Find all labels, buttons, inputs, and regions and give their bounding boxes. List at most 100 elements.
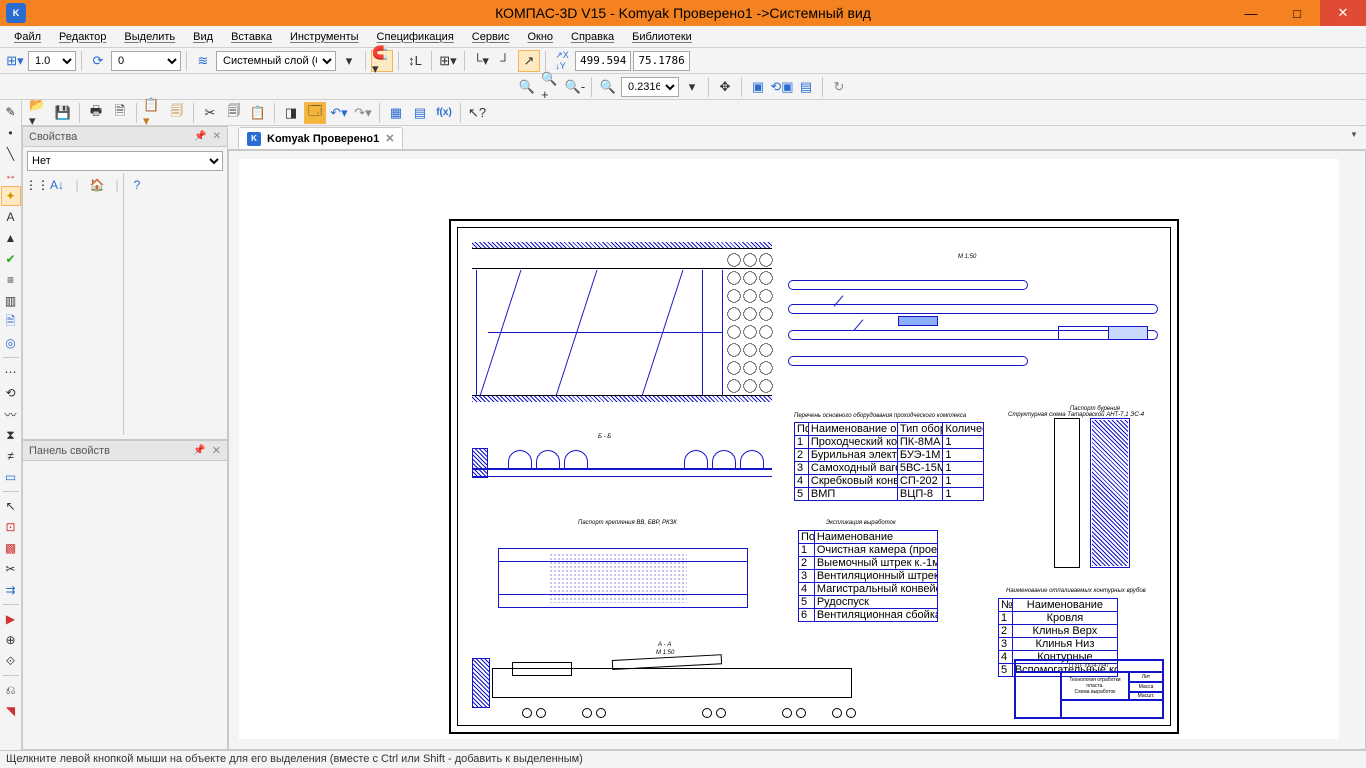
grid-snap-icon[interactable]: ⊞▾ bbox=[4, 50, 26, 72]
zoom-window-icon[interactable]: 🔍 bbox=[516, 76, 538, 98]
grid-icon[interactable]: ⊞▾ bbox=[437, 50, 459, 72]
menu-select[interactable]: Выделить bbox=[116, 29, 183, 45]
menu-tools[interactable]: Инструменты bbox=[282, 29, 367, 45]
tool-b-icon[interactable]: ⊕ bbox=[1, 630, 21, 650]
properties-icon[interactable]: 🗔 bbox=[304, 102, 326, 124]
open-icon[interactable]: 📂▾ bbox=[28, 102, 50, 124]
pin-icon-2[interactable]: 📌 bbox=[193, 445, 205, 456]
menu-help[interactable]: Справка bbox=[563, 29, 622, 45]
zoom-region-icon[interactable]: ▣ bbox=[747, 76, 769, 98]
point-icon[interactable]: • bbox=[1, 123, 21, 143]
edit2-icon[interactable]: ⊡ bbox=[1, 517, 21, 537]
close-button[interactable]: ✕ bbox=[1320, 0, 1366, 26]
zoom-fit-icon[interactable]: 🔍 bbox=[597, 76, 619, 98]
refresh-icon[interactable]: ↻ bbox=[828, 76, 850, 98]
variables-icon[interactable]: ▤ bbox=[409, 102, 431, 124]
assoc-icon[interactable]: ◎ bbox=[1, 333, 21, 353]
dashline-icon[interactable]: ⋯ bbox=[1, 362, 21, 382]
fx-icon[interactable]: f(x) bbox=[433, 102, 455, 124]
minimize-button[interactable]: — bbox=[1228, 0, 1274, 26]
geometry-icon[interactable]: ✎ bbox=[1, 102, 21, 122]
paste-special-icon[interactable]: 📋▾ bbox=[142, 102, 164, 124]
mirror-icon[interactable]: ⧗ bbox=[1, 425, 21, 445]
hatch-icon[interactable]: ▲ bbox=[1, 228, 21, 248]
paste-icon[interactable]: 📋 bbox=[247, 102, 269, 124]
prop-help-icon[interactable]: ? bbox=[129, 177, 145, 193]
tool-c-icon[interactable]: ⟐ bbox=[1, 651, 21, 671]
zoom-combo[interactable]: 0.2316 bbox=[621, 77, 679, 97]
prop-filter-icon[interactable]: ⋮⋮ bbox=[29, 177, 45, 193]
tabstrip-dropdown-icon[interactable]: ▼ bbox=[1350, 130, 1360, 140]
perp-icon[interactable]: ┘ bbox=[494, 50, 516, 72]
report-icon[interactable]: 🗎 bbox=[1, 312, 21, 332]
parameterize-icon[interactable]: ✔ bbox=[1, 249, 21, 269]
offset-icon[interactable]: ⇉ bbox=[1, 580, 21, 600]
trim-icon[interactable]: ✂ bbox=[1, 559, 21, 579]
drawing-canvas[interactable]: Б - Б М 1:50 Перечень основного оборудов… bbox=[239, 159, 1339, 739]
zoom-previous-icon[interactable]: ⟲▣ bbox=[771, 76, 793, 98]
maximize-button[interactable]: □ bbox=[1274, 0, 1320, 26]
tool-e-icon[interactable]: ◥ bbox=[1, 701, 21, 721]
properties-object-combo[interactable]: Нет bbox=[27, 151, 223, 171]
layer-dropdown-icon[interactable]: ▾ bbox=[338, 50, 360, 72]
menu-view[interactable]: Вид bbox=[185, 29, 221, 45]
coord-y-value[interactable]: 75.1786 bbox=[633, 51, 689, 71]
measure-icon[interactable]: ≡ bbox=[1, 270, 21, 290]
prop-sort-icon[interactable]: A↓ bbox=[49, 177, 65, 193]
menu-spec[interactable]: Спецификация bbox=[369, 29, 462, 45]
zoom-all-icon[interactable]: ▤ bbox=[795, 76, 817, 98]
library-icon[interactable]: ▦ bbox=[385, 102, 407, 124]
menu-libraries[interactable]: Библиотеки bbox=[624, 29, 700, 45]
cut-icon[interactable]: ✂ bbox=[199, 102, 221, 124]
spec-icon[interactable]: ▥ bbox=[1, 291, 21, 311]
layer-combo[interactable]: Системный слой (0) bbox=[216, 51, 336, 71]
panel-close-icon[interactable]: ✕ bbox=[213, 131, 221, 142]
copy-icon2[interactable]: 🗐 bbox=[166, 102, 188, 124]
curve-icon[interactable]: 〰 bbox=[1, 404, 21, 424]
eraser-icon[interactable]: ◨ bbox=[280, 102, 302, 124]
menu-window[interactable]: Окно bbox=[519, 29, 561, 45]
step-combo[interactable]: 1.0 bbox=[28, 51, 76, 71]
caption-aa: А - А bbox=[658, 642, 671, 648]
help-icon[interactable]: ↖? bbox=[466, 102, 488, 124]
dimension-icon[interactable]: ↔ bbox=[1, 165, 21, 185]
print-icon[interactable]: 🖶 bbox=[85, 102, 107, 124]
break-icon[interactable]: ≠ bbox=[1, 446, 21, 466]
print-preview-icon[interactable]: 🗎 bbox=[109, 102, 131, 124]
views-icon[interactable]: ▭ bbox=[1, 467, 21, 487]
right-column-1 bbox=[1090, 418, 1130, 568]
layers-icon[interactable]: ≋ bbox=[192, 50, 214, 72]
edit-icon[interactable]: ✦ bbox=[1, 186, 21, 206]
line-icon[interactable]: ╲ bbox=[1, 144, 21, 164]
rotate-icon[interactable]: ⟲ bbox=[1, 383, 21, 403]
tool-d-icon[interactable]: ⎌ bbox=[1, 680, 21, 700]
text-icon[interactable]: A bbox=[1, 207, 21, 227]
panel2-close-icon[interactable]: ✕ bbox=[212, 444, 221, 457]
document-tab[interactable]: K Komyak Проверено1 ✕ bbox=[238, 127, 403, 149]
fill-icon[interactable]: ▩ bbox=[1, 538, 21, 558]
undo-icon[interactable]: ↶▾ bbox=[328, 102, 350, 124]
copy-icon[interactable]: 🗐 bbox=[223, 102, 245, 124]
pan-icon[interactable]: ✥ bbox=[714, 76, 736, 98]
zoom-out-icon[interactable]: 🔍- bbox=[564, 76, 586, 98]
prop-home-icon[interactable]: 🏠 bbox=[89, 177, 105, 193]
menu-insert[interactable]: Вставка bbox=[223, 29, 280, 45]
zoom-combo-drop[interactable]: ▾ bbox=[681, 76, 703, 98]
save-icon[interactable]: 💾 bbox=[52, 102, 74, 124]
menu-editor[interactable]: Редактор bbox=[51, 29, 114, 45]
coord-x-value[interactable]: 499.594 bbox=[575, 51, 631, 71]
document-tab-close-icon[interactable]: ✕ bbox=[385, 132, 394, 145]
menu-service[interactable]: Сервис bbox=[464, 29, 518, 45]
tool-a-icon[interactable]: ▶ bbox=[1, 609, 21, 629]
ortho-icon[interactable]: └▾ bbox=[470, 50, 492, 72]
angle-combo[interactable]: 0 bbox=[111, 51, 181, 71]
round-icon[interactable]: ↗ bbox=[518, 50, 540, 72]
menu-file[interactable]: Файл bbox=[6, 29, 49, 45]
pin-icon[interactable]: 📌 bbox=[194, 131, 206, 142]
redo-icon[interactable]: ↷▾ bbox=[352, 102, 374, 124]
coord-mode-icon[interactable]: ↕L bbox=[404, 50, 426, 72]
zoom-in-icon[interactable]: 🔍+ bbox=[540, 76, 562, 98]
angle-step-icon[interactable]: ⟳ bbox=[87, 50, 109, 72]
select-tool-icon[interactable]: ↖ bbox=[1, 496, 21, 516]
magnet-snap-icon[interactable]: 🧲▾ bbox=[371, 50, 393, 72]
